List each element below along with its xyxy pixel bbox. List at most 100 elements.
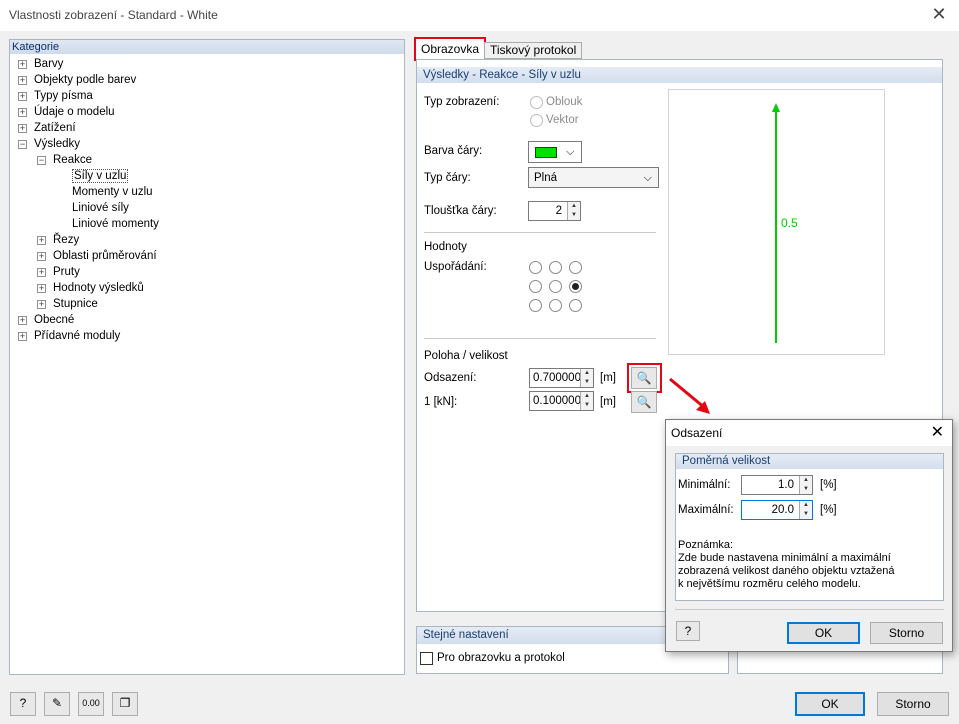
spinner-arrows[interactable]: ▲ ▼ — [567, 202, 580, 220]
arrangement-radio-top-right[interactable] — [569, 261, 582, 274]
category-tree: Kategorie + Barvy + Objekty podle barev + Typ… — [9, 39, 405, 675]
min-spinner[interactable]: 1.0 ▲ ▼ — [741, 475, 813, 495]
copy-button[interactable]: ❐ — [112, 692, 138, 716]
expand-icon[interactable]: + — [18, 316, 27, 325]
tree-item[interactable]: + Barvy — [18, 56, 63, 72]
tab-screen[interactable]: Obrazovka — [414, 37, 487, 61]
help-icon: ? — [684, 624, 692, 638]
spinner-arrows[interactable]: ▲ ▼ — [799, 476, 812, 494]
scale-value: 0.100000 — [533, 395, 581, 407]
arrangement-radio-bottom-left[interactable] — [529, 299, 542, 312]
tree-item-label: Liniové síly — [72, 202, 129, 214]
tree-item[interactable]: Liniové momenty — [56, 216, 159, 232]
tree-item-label: Hodnoty výsledků — [53, 282, 144, 294]
arrangement-radio-middle-left[interactable] — [529, 280, 542, 293]
title-bar: Vlastnosti zobrazení - Standard - White … — [0, 0, 959, 31]
collapse-icon[interactable]: − — [37, 156, 46, 165]
spinner-arrows[interactable]: ▲ ▼ — [799, 501, 812, 519]
radio-vector-label: Vektor — [546, 114, 579, 126]
expand-icon[interactable]: + — [18, 124, 27, 133]
arrangement-radio-bottom-right[interactable] — [569, 299, 582, 312]
expand-icon[interactable]: + — [37, 252, 46, 261]
tree-item[interactable]: + Oblasti průměrování — [37, 248, 157, 264]
offset-dialog: Odsazení ✕ Poměrná velikost Minimální: 1… — [665, 419, 953, 652]
radio-arc-label: Oblouk — [546, 96, 583, 108]
collapse-icon[interactable]: − — [18, 140, 27, 149]
line-type-select[interactable]: Plná ⌵ — [528, 167, 659, 188]
offset-details-button[interactable]: 🔍 — [631, 367, 657, 389]
tree-item-label: Řezy — [53, 234, 80, 246]
category-header: Kategorie — [10, 40, 404, 54]
tree-item[interactable]: + Hodnoty výsledků — [37, 280, 144, 296]
tree-item-label: Oblasti průměrování — [53, 250, 157, 262]
tree-item[interactable]: + Obecné — [18, 312, 74, 328]
arrangement-radio-top-left[interactable] — [529, 261, 542, 274]
min-unit: [%] — [820, 479, 837, 491]
tree-item-label: Liniové momenty — [72, 218, 159, 230]
arrangement-radio-middle-right[interactable] — [569, 280, 582, 293]
ok-button[interactable]: OK — [795, 692, 865, 716]
tab-print-protocol[interactable]: Tiskový protokol — [484, 42, 583, 59]
offset-value: 0.700000 — [533, 372, 581, 384]
divider — [675, 609, 944, 610]
line-color-picker[interactable]: ⌵ — [528, 141, 582, 163]
popup-help-button[interactable]: ? — [676, 621, 700, 641]
expand-icon[interactable]: + — [18, 108, 27, 117]
tree-item[interactable]: + Zatížení — [18, 120, 76, 136]
tree-item[interactable]: + Objekty podle barev — [18, 72, 136, 88]
expand-icon[interactable]: + — [18, 76, 27, 85]
units-icon: 0.00 — [82, 698, 100, 708]
expand-icon[interactable]: + — [37, 268, 46, 277]
edit-button[interactable]: ✎ — [44, 692, 70, 716]
same-settings-checkbox[interactable] — [420, 652, 433, 665]
expand-icon[interactable]: + — [37, 300, 46, 309]
radio-arc[interactable] — [530, 96, 543, 109]
popup-ok-button[interactable]: OK — [787, 622, 860, 644]
expand-icon[interactable]: + — [37, 236, 46, 245]
tree-item-label: Momenty v uzlu — [72, 186, 153, 198]
expand-icon[interactable]: + — [18, 92, 27, 101]
arrangement-radio-middle-middle[interactable] — [549, 280, 562, 293]
tree-item[interactable]: + Řezy — [37, 232, 79, 248]
tree-item-label: Stupnice — [53, 298, 98, 310]
radio-vector[interactable] — [530, 114, 543, 127]
tree-item[interactable]: − Reakce — [37, 152, 92, 168]
cancel-button[interactable]: Storno — [877, 692, 949, 716]
units-button[interactable]: 0.00 — [78, 692, 104, 716]
note-title: Poznámka: — [678, 539, 734, 551]
chevron-down-icon: ⌵ — [643, 172, 652, 184]
help-button[interactable]: ? — [10, 692, 36, 716]
scale-details-button[interactable]: 🔍 — [631, 391, 657, 413]
preview-value-label: 0.5 — [781, 216, 798, 230]
spinner-arrows[interactable]: ▲ ▼ — [580, 392, 593, 410]
tree-item-label: Přídavné moduly — [34, 330, 121, 342]
color-swatch — [535, 147, 557, 158]
tree-item[interactable]: Síly v uzlu — [56, 168, 129, 184]
expand-icon[interactable]: + — [37, 284, 46, 293]
line-width-spinner[interactable]: 2 ▲ ▼ — [528, 201, 581, 221]
popup-close-icon[interactable]: ✕ — [931, 420, 944, 446]
relative-size-header: Poměrná velikost — [676, 454, 943, 469]
expand-icon[interactable]: + — [18, 60, 27, 69]
help-icon: ? — [19, 696, 27, 710]
tree-item[interactable]: + Pruty — [37, 264, 80, 280]
offset-spinner[interactable]: 0.700000 ▲ ▼ — [529, 368, 594, 388]
expand-icon[interactable]: + — [18, 332, 27, 341]
tree-item-label: Síly v uzlu — [72, 169, 129, 183]
tree-item[interactable]: Momenty v uzlu — [56, 184, 153, 200]
scale-spinner[interactable]: 0.100000 ▲ ▼ — [529, 391, 594, 411]
line-width-label: Tloušťka čáry: — [424, 205, 497, 217]
tree-item[interactable]: + Přídavné moduly — [18, 328, 120, 344]
arrangement-radio-top-middle[interactable] — [549, 261, 562, 274]
popup-cancel-button[interactable]: Storno — [870, 622, 943, 644]
arrangement-radio-bottom-middle[interactable] — [549, 299, 562, 312]
tree-item[interactable]: + Stupnice — [37, 296, 98, 312]
max-spinner[interactable]: 20.0 ▲ ▼ — [741, 500, 813, 520]
tree-item[interactable]: Liniové síly — [56, 200, 129, 216]
tree-item[interactable]: + Údaje o modelu — [18, 104, 115, 120]
spinner-arrows[interactable]: ▲ ▼ — [580, 369, 593, 387]
tree-item[interactable]: − Výsledky — [18, 136, 80, 152]
divider — [424, 232, 656, 233]
tree-item[interactable]: + Typy písma — [18, 88, 93, 104]
close-icon[interactable]: ✕ — [927, 3, 951, 27]
